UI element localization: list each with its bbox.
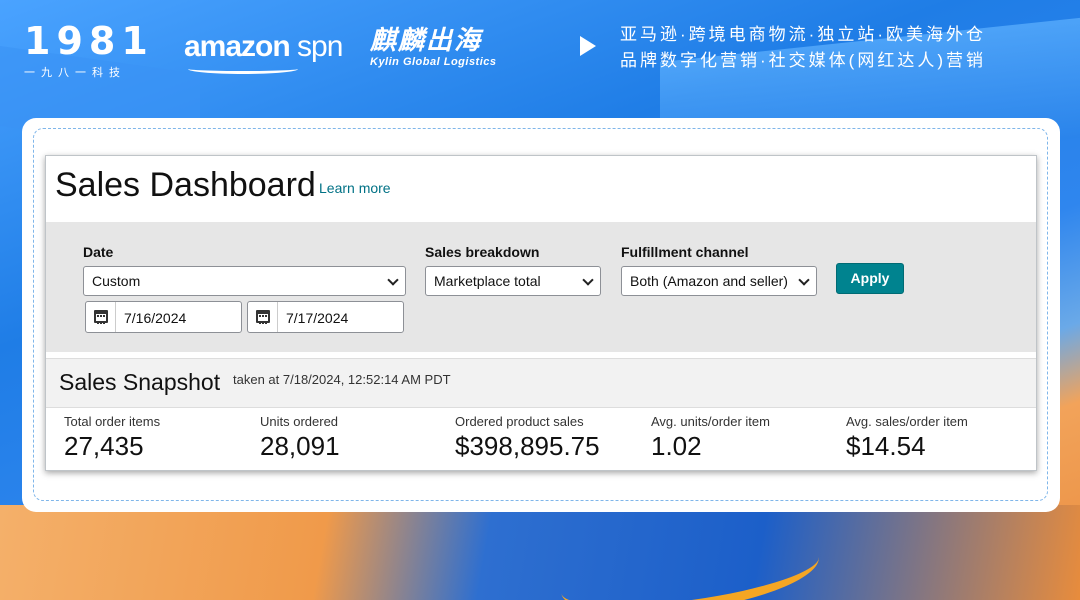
metric-value: 28,091 — [260, 431, 340, 461]
logo-kylin-cn: 麒麟出海 — [370, 25, 483, 55]
play-icon — [580, 36, 596, 56]
sales-dashboard-panel: Sales Dashboard Learn more Date Custom 7… — [45, 155, 1037, 471]
logo-kylin: 麒麟出海 Kylin Global Logistics — [370, 26, 497, 68]
fulfillment-channel-label: Fulfillment channel — [621, 244, 749, 260]
start-date-value: 7/16/2024 — [124, 310, 187, 326]
start-date-input[interactable]: 7/16/2024 — [85, 301, 242, 333]
metric-value: 1.02 — [651, 431, 702, 461]
date-select[interactable]: Custom — [83, 266, 406, 296]
metric-value: 27,435 — [64, 431, 144, 461]
metric-ordered-product-sales: Ordered product sales $398,895.75 — [455, 414, 645, 462]
metric-label: Total order items — [64, 414, 161, 429]
end-date-input[interactable]: 7/17/2024 — [247, 301, 404, 333]
metric-label: Units ordered — [260, 414, 339, 429]
logo-1981-subtext: 一九八一科技 — [24, 67, 126, 79]
calendar-button[interactable] — [86, 302, 116, 332]
metric-value: $398,895.75 — [455, 431, 600, 461]
logo-1981-text: 1981 — [24, 19, 154, 63]
logo-spn-text: spn — [297, 30, 343, 63]
sales-snapshot-title: Sales Snapshot — [59, 369, 221, 395]
metric-avg-sales-per-order-item: Avg. sales/order item $14.54 — [846, 414, 1036, 462]
page-title: Sales Dashboard — [55, 166, 316, 204]
metric-label: Avg. units/order item — [651, 414, 770, 429]
fulfillment-channel-select[interactable]: Both (Amazon and seller) — [621, 266, 817, 296]
apply-button[interactable]: Apply — [836, 263, 904, 294]
background-box-image — [0, 505, 1080, 600]
metric-total-order-items: Total order items 27,435 — [64, 414, 254, 462]
tagline: 亚马逊·跨境电商物流·独立站·欧美海外仓 品牌数字化营销·社交媒体(网红达人)营… — [620, 22, 986, 74]
chevron-down-icon — [798, 274, 810, 286]
logo-amazon-text: amazon — [184, 30, 291, 63]
calendar-icon — [94, 310, 108, 324]
sales-snapshot-header: Sales Snapshot taken at 7/18/2024, 12:52… — [46, 358, 1036, 408]
filter-bar: Date Custom 7/16/2024 7/17/2024 Sales br… — [46, 222, 1036, 352]
tagline-line2: 品牌数字化营销·社交媒体(网红达人)营销 — [620, 51, 986, 70]
metric-label: Ordered product sales — [455, 414, 584, 429]
logo-kylin-en: Kylin Global Logistics — [370, 56, 497, 68]
date-select-value: Custom — [92, 273, 141, 289]
end-date-value: 7/17/2024 — [286, 310, 349, 326]
metric-value: $14.54 — [846, 431, 926, 461]
calendar-icon — [256, 310, 270, 324]
sales-breakdown-label: Sales breakdown — [425, 244, 540, 260]
chevron-down-icon — [582, 274, 594, 286]
sales-breakdown-value: Marketplace total — [434, 273, 541, 289]
tagline-line1: 亚马逊·跨境电商物流·独立站·欧美海外仓 — [620, 25, 986, 44]
banner-header: 1981 一九八一科技 amazon spn 麒麟出海 Kylin Global… — [0, 0, 1080, 110]
calendar-button[interactable] — [248, 302, 278, 332]
amazon-smile-icon — [188, 64, 298, 74]
date-label: Date — [83, 244, 114, 260]
chevron-down-icon — [387, 274, 399, 286]
snapshot-timestamp: taken at 7/18/2024, 12:52:14 AM PDT — [233, 372, 451, 387]
metric-units-ordered: Units ordered 28,091 — [260, 414, 450, 462]
logo-1981: 1981 一九八一科技 — [24, 22, 164, 80]
logo-amazon-spn: amazon spn — [184, 30, 343, 74]
learn-more-link[interactable]: Learn more — [319, 180, 391, 196]
sales-breakdown-select[interactable]: Marketplace total — [425, 266, 601, 296]
metric-avg-units-per-order-item: Avg. units/order item 1.02 — [651, 414, 841, 462]
fulfillment-channel-value: Both (Amazon and seller) — [630, 273, 788, 289]
title-row: Sales Dashboard Learn more — [46, 156, 1036, 222]
metric-label: Avg. sales/order item — [846, 414, 968, 429]
